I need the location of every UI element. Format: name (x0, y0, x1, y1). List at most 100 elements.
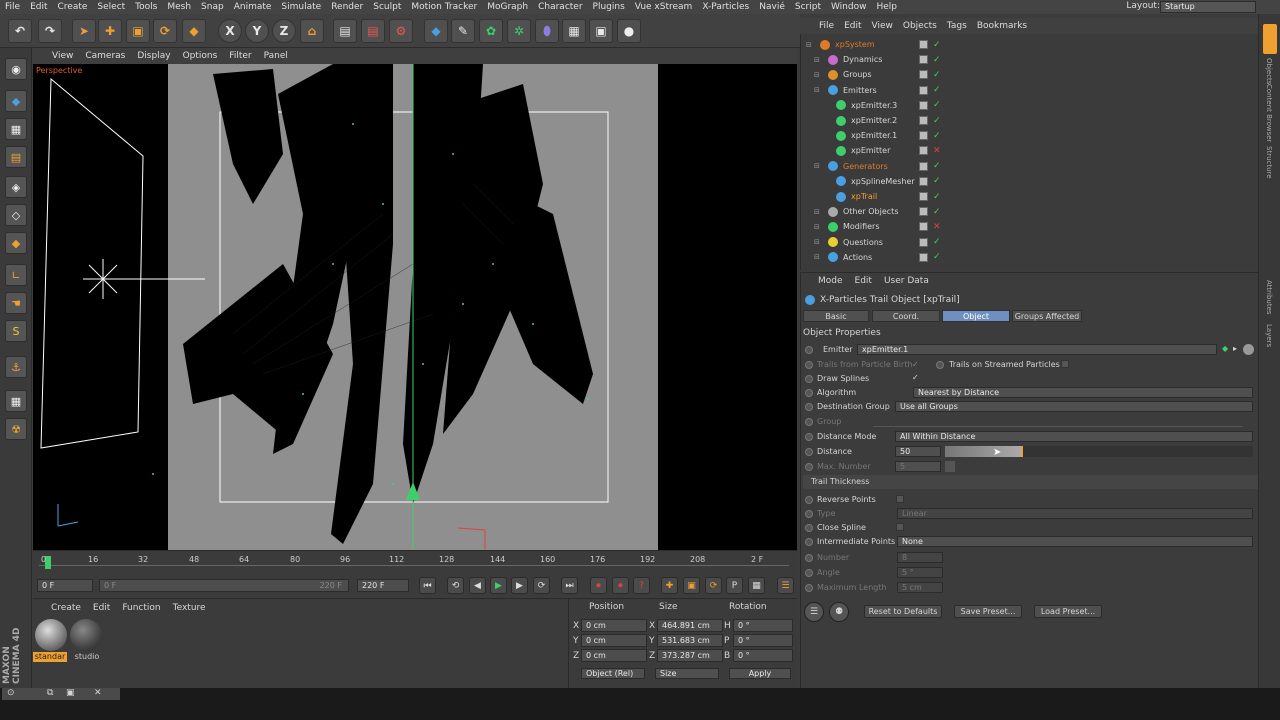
algorithm-select[interactable]: Nearest by Distance (913, 387, 1253, 398)
key-scale-icon[interactable]: ▣ (683, 577, 700, 594)
object-row[interactable]: xpEmitter ✕ (800, 143, 1245, 158)
rotation-h-field[interactable]: 0 ° (733, 619, 793, 632)
obj-menu-view[interactable]: View (867, 21, 898, 31)
object-row[interactable]: xpSplineMesher ✓ (800, 174, 1245, 189)
object-name[interactable]: xpEmitter.1 (851, 131, 897, 140)
disabled-x-icon[interactable]: ✕ (933, 222, 941, 232)
anim-dot[interactable] (805, 346, 813, 354)
expand-toggle-icon[interactable]: ⊟ (814, 238, 820, 246)
menu-vue-xstream[interactable]: Vue xStream (630, 2, 698, 12)
timeline-menu-icon[interactable]: ☰ (777, 577, 794, 594)
menu-render[interactable]: Render (326, 2, 368, 12)
anim-dot[interactable] (805, 403, 813, 411)
menu-mesh[interactable]: Mesh (162, 2, 196, 12)
viewport-perspective[interactable]: Perspective (33, 64, 797, 550)
side-tab-objects[interactable]: Objects (1265, 58, 1273, 84)
menu-script[interactable]: Script (790, 2, 826, 12)
obj-menu-file[interactable]: File (814, 21, 839, 31)
anim-dot[interactable] (805, 554, 813, 562)
expand-toggle-icon[interactable]: ⊟ (814, 71, 820, 79)
edges-mode-icon[interactable]: ◇ (5, 204, 27, 226)
anim-dot[interactable] (805, 463, 813, 471)
close-icon[interactable]: ✕ (94, 688, 102, 698)
save-preset-button[interactable]: Save Preset... (954, 605, 1022, 618)
prev-key-icon[interactable]: ⟲ (447, 577, 464, 594)
camera-icon[interactable]: ▣ (589, 19, 613, 43)
layer-visibility-icon[interactable] (919, 116, 928, 125)
enabled-check-icon[interactable]: ✓ (933, 40, 941, 50)
tab-object[interactable]: Object (942, 310, 1010, 322)
spline-pen-icon[interactable]: ✎ (451, 19, 475, 43)
layer-visibility-icon[interactable] (919, 161, 928, 171)
enabled-check-icon[interactable]: ✓ (933, 176, 941, 186)
layout-select[interactable]: Startup (1160, 1, 1256, 13)
object-row[interactable]: ⊟ Questions ✓ (800, 235, 1245, 250)
obj-menu-bookmarks[interactable]: Bookmarks (972, 21, 1032, 31)
object-name[interactable]: xpSystem (835, 40, 875, 49)
layer-visibility-icon[interactable] (919, 176, 928, 186)
keyframe-selection-icon[interactable]: ? (633, 577, 650, 594)
material-swatch-studio[interactable] (70, 619, 102, 651)
menu-edit[interactable]: Edit (25, 2, 52, 12)
enabled-check-icon[interactable]: ✓ (933, 192, 941, 202)
attr-menu-edit[interactable]: Edit (855, 276, 872, 286)
obj-menu-tags[interactable]: Tags (942, 21, 972, 31)
model-icon[interactable]: ◆ (182, 19, 206, 43)
enabled-check-icon[interactable]: ✓ (933, 207, 941, 217)
menu-select[interactable]: Select (92, 2, 130, 12)
row-trail-thickness[interactable]: Trail Thickness (803, 475, 1258, 489)
start-frame-field[interactable]: 0 F (37, 579, 93, 592)
menu-help[interactable]: Help (871, 2, 902, 12)
group-link-field[interactable] (873, 426, 1243, 427)
object-row[interactable]: xpEmitter.1 ✓ (800, 128, 1245, 143)
expand-toggle-icon[interactable]: ⊟ (814, 253, 820, 261)
anim-dot[interactable] (805, 524, 813, 532)
anim-dot[interactable] (805, 496, 813, 504)
maximize-icon[interactable]: ▣ (66, 688, 75, 698)
draw-splines-checkbox[interactable]: ✓ (912, 373, 919, 382)
mat-menu-function[interactable]: Function (122, 603, 160, 613)
texture-mode-icon[interactable]: ▦ (5, 118, 27, 140)
y-axis-icon[interactable]: Y (245, 19, 269, 43)
menu-tools[interactable]: Tools (130, 2, 162, 12)
anim-dot[interactable] (805, 510, 813, 518)
render-settings-icon[interactable]: ⚙ (389, 19, 413, 43)
layer-visibility-icon[interactable] (919, 70, 928, 80)
undo-icon[interactable]: ↶ (8, 19, 32, 43)
tab-coord[interactable]: Coord. (872, 310, 940, 322)
anim-dot[interactable] (805, 569, 813, 577)
workplane-lock-icon[interactable]: ⚓ (5, 356, 27, 378)
angle-field[interactable]: 5 ° (897, 567, 943, 578)
object-row[interactable]: ⊟ Dynamics ✓ (800, 52, 1245, 67)
rotate-icon[interactable]: ⟳ (153, 19, 177, 43)
reset-defaults-button[interactable]: Reset to Defaults (864, 605, 942, 618)
trails-streamed-checkbox[interactable] (1061, 360, 1069, 368)
object-row[interactable]: ⊟ Generators ✓ (800, 159, 1245, 174)
autokey-icon[interactable]: ⏺ (612, 577, 629, 594)
enabled-check-icon[interactable]: ✓ (933, 116, 941, 126)
tab-groups-affected[interactable]: Groups Affected (1012, 310, 1082, 322)
menu-character[interactable]: Character (533, 2, 587, 12)
restore-icon[interactable]: ⧉ (47, 688, 53, 698)
expand-toggle-icon[interactable]: ⊟ (814, 208, 820, 216)
object-name[interactable]: Modifiers (843, 222, 880, 231)
deformer-icon[interactable]: ⬮ (535, 19, 559, 43)
size-y-field[interactable]: 531.683 cm (657, 634, 723, 647)
coord-system-icon[interactable]: ⌂ (300, 19, 324, 43)
menu-window[interactable]: Window (826, 2, 872, 12)
number-field[interactable]: 8 (897, 552, 943, 563)
z-axis-icon[interactable]: Z (272, 19, 296, 43)
viewport-menu-filter[interactable]: Filter (223, 51, 257, 61)
object-row[interactable]: ⊟ Other Objects ✓ (800, 204, 1245, 219)
model-mode-icon[interactable]: ◆ (5, 90, 27, 112)
layer-visibility-icon[interactable] (919, 55, 928, 65)
expand-toggle-icon[interactable]: ⊟ (814, 56, 820, 64)
layer-visibility-icon[interactable] (919, 237, 928, 247)
anim-dot[interactable] (805, 538, 813, 546)
object-name[interactable]: xpSplineMesher (851, 177, 915, 186)
preset-menu-icon[interactable]: ☰ (804, 602, 824, 622)
attr-menu-user-data[interactable]: User Data (884, 276, 929, 286)
side-tab-attributes[interactable]: Attributes (1265, 280, 1273, 315)
render-picture-viewer-icon[interactable]: ▤ (361, 19, 385, 43)
preset-browser-icon[interactable]: ⚉ (829, 602, 849, 622)
